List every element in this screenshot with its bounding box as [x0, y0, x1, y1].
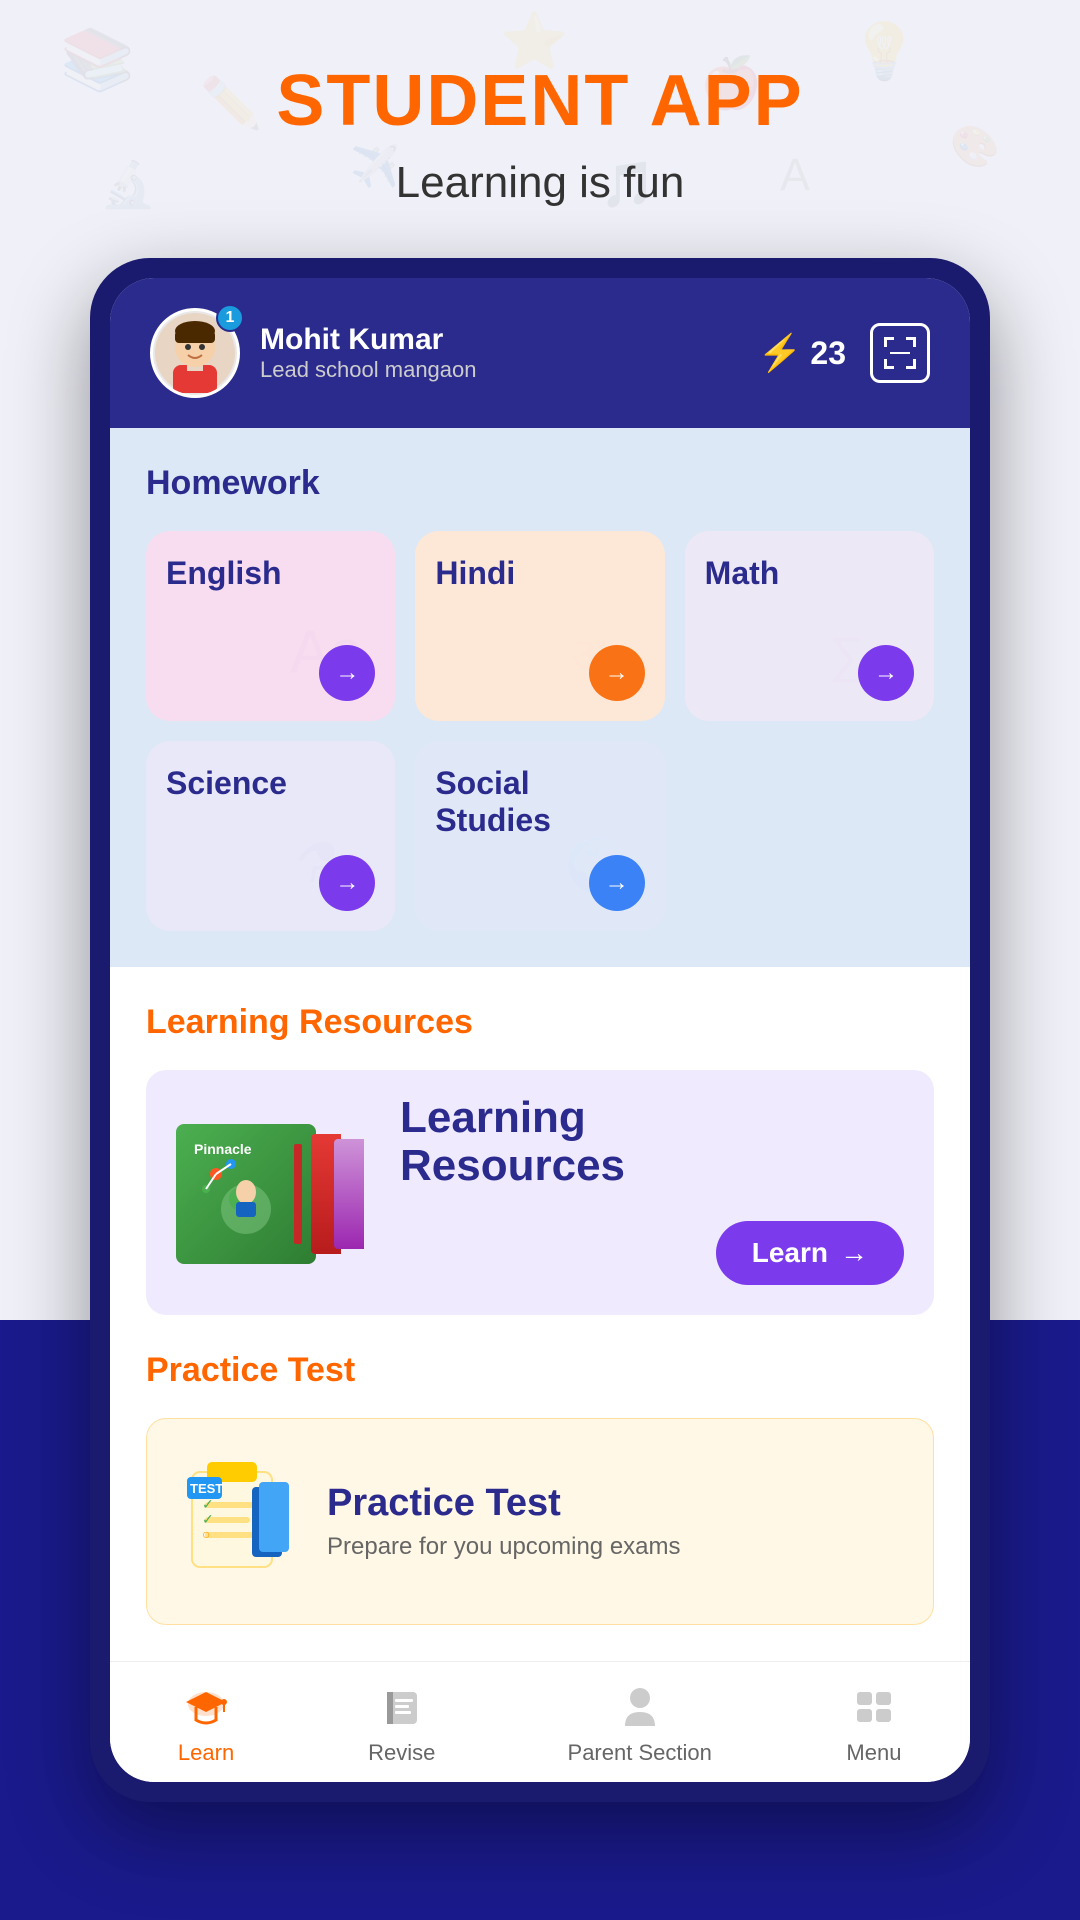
subject-name-social: Social Studies [435, 765, 644, 839]
practice-card-title: Practice Test [327, 1482, 903, 1525]
homework-section: Homework English Aa → Hind [110, 428, 970, 967]
streak-badge: ⚡ 23 [758, 332, 846, 374]
lightning-icon: ⚡ [758, 332, 803, 374]
subject-card-english[interactable]: English Aa → [146, 531, 395, 721]
subject-name-hindi: Hindi [435, 555, 644, 592]
hindi-arrow[interactable]: → [589, 645, 645, 701]
practice-test-section: Practice Test ✓ ✓ [110, 1351, 970, 1661]
learn-nav-label: Learn [178, 1740, 234, 1766]
subject-card-math[interactable]: Math ∑÷ → [685, 531, 934, 721]
nav-item-parent[interactable]: Parent Section [548, 1682, 732, 1766]
practice-info: Practice Test Prepare for you upcoming e… [327, 1482, 903, 1561]
subjects-grid: English Aa → Hindi अ [146, 531, 934, 721]
subject-card-science[interactable]: Science ⚗ → [146, 741, 395, 931]
streak-count: 23 [810, 335, 846, 372]
app-header: 1 Mohit Kumar Lead school mangaon ⚡ 23 [110, 278, 970, 428]
resource-title: Learning Resources [400, 1094, 904, 1191]
parent-nav-label: Parent Section [568, 1740, 712, 1766]
notification-badge: 1 [216, 304, 244, 332]
green-book: Pinnacle [176, 1124, 316, 1264]
user-info: 1 Mohit Kumar Lead school mangaon [150, 308, 477, 398]
purple-book-spine [334, 1139, 364, 1249]
resource-info: Learning Resources Learn → [400, 1094, 904, 1285]
scan-icon[interactable] [870, 323, 930, 383]
phone-frame: 1 Mohit Kumar Lead school mangaon ⚡ 23 [90, 258, 990, 1802]
bottom-nav: Learn Revise [110, 1661, 970, 1782]
science-arrow[interactable]: → [319, 855, 375, 911]
nav-item-menu[interactable]: Menu [824, 1682, 924, 1766]
revise-nav-icon [372, 1682, 432, 1732]
social-arrow[interactable]: → [589, 855, 645, 911]
nav-item-learn[interactable]: Learn [156, 1682, 256, 1766]
practice-icon: ✓ ✓ ○ TEST [177, 1447, 297, 1596]
homework-section-title: Homework [146, 464, 934, 503]
learning-resources-section: Learning Resources [110, 967, 970, 1351]
user-details: Mohit Kumar Lead school mangaon [260, 323, 477, 383]
app-subtitle: Learning is fun [396, 158, 685, 208]
subject-name-science: Science [166, 765, 375, 802]
subjects-row2: Science ⚗ → Social Studies [146, 741, 934, 931]
practice-test-title: Practice Test [146, 1351, 934, 1390]
revise-nav-label: Revise [368, 1740, 435, 1766]
empty-slot [685, 741, 934, 931]
subject-name-english: English [166, 555, 375, 592]
resource-books: Pinnacle [176, 1114, 376, 1264]
parent-nav-icon [610, 1682, 670, 1732]
menu-nav-icon [844, 1682, 904, 1732]
practice-card[interactable]: ✓ ✓ ○ TEST Practice Test [146, 1418, 934, 1625]
svg-text:Pinnacle: Pinnacle [194, 1141, 252, 1157]
subject-card-social[interactable]: Social Studies 🌍 → [415, 741, 664, 931]
english-arrow[interactable]: → [319, 645, 375, 701]
practice-card-subtitle: Prepare for you upcoming exams [327, 1533, 903, 1561]
subject-name-math: Math [705, 555, 914, 592]
svg-text:○: ○ [202, 1526, 210, 1542]
header-right: ⚡ 23 [758, 323, 930, 383]
subject-card-hindi[interactable]: Hindi अ → [415, 531, 664, 721]
user-school: Lead school mangaon [260, 357, 477, 383]
app-title: STUDENT APP [276, 60, 803, 142]
svg-text:TEST: TEST [190, 1481, 223, 1496]
math-arrow[interactable]: → [858, 645, 914, 701]
avatar-wrapper: 1 [150, 308, 240, 398]
user-name: Mohit Kumar [260, 323, 477, 357]
phone-inner: 1 Mohit Kumar Lead school mangaon ⚡ 23 [110, 278, 970, 1782]
nav-item-revise[interactable]: Revise [348, 1682, 455, 1766]
resource-card[interactable]: Pinnacle Learning Resources [146, 1070, 934, 1315]
menu-nav-label: Menu [846, 1740, 901, 1766]
learning-resources-title: Learning Resources [146, 1003, 934, 1042]
learn-nav-icon [176, 1682, 236, 1732]
svg-text:✓: ✓ [202, 1511, 214, 1527]
learn-button[interactable]: Learn → [716, 1221, 904, 1285]
